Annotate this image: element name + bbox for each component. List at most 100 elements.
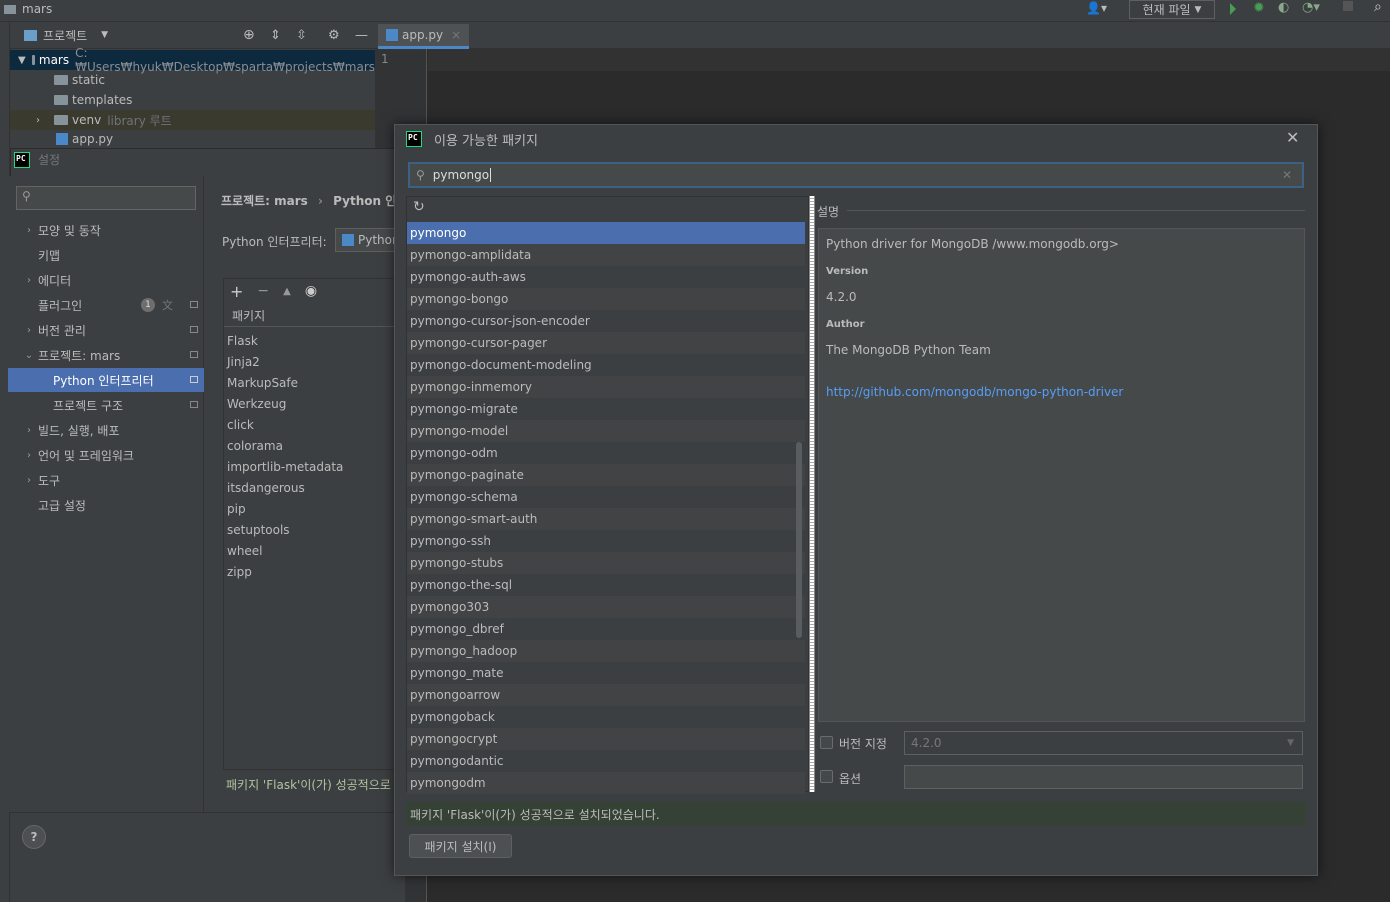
expand-all-icon[interactable]: ⇕ (270, 28, 281, 43)
list-item[interactable]: pymongo-cursor-json-encoder (407, 310, 805, 332)
package-search-input[interactable]: ⚲ pymongo ✕ (408, 162, 1304, 188)
search-icon[interactable]: ⌕ (1374, 0, 1382, 15)
chevron-right-icon[interactable]: › (36, 115, 48, 126)
plugin-update-badge: 1 (141, 298, 155, 312)
remove-icon[interactable]: − (257, 283, 269, 299)
collapse-all-icon[interactable]: ⇳ (296, 28, 307, 43)
nav-plugins[interactable]: 플러그인 1 文 (8, 293, 204, 317)
settings-search-input[interactable]: ⚲ (16, 186, 196, 210)
list-item[interactable]: pymongoarrow (407, 684, 805, 706)
list-item[interactable]: importlib-metadata (227, 456, 343, 477)
list-item[interactable]: click (227, 414, 254, 435)
tree-item-templates[interactable]: templates (10, 90, 375, 110)
close-icon[interactable]: × (451, 28, 461, 42)
help-button[interactable]: ? (22, 825, 46, 849)
splitter-handle[interactable] (809, 196, 815, 792)
locate-icon[interactable]: ⊕ (243, 27, 255, 43)
tree-item-static[interactable]: static (10, 70, 375, 90)
interpreter-select[interactable]: Python (335, 228, 395, 252)
gear-icon[interactable]: ⚙ (328, 28, 340, 43)
chevron-down-icon[interactable]: ▼ (101, 30, 108, 40)
list-item[interactable]: pymongo-document-modeling (407, 354, 805, 376)
list-item[interactable]: pymongo-paginate (407, 464, 805, 486)
list-item[interactable]: pymongoback (407, 706, 805, 728)
list-item[interactable]: pymongo_hadoop (407, 640, 805, 662)
list-item[interactable]: pymongo-the-sql (407, 574, 805, 596)
nav-python-interpreter[interactable]: Python 인터프리터 (8, 368, 204, 392)
list-item[interactable]: pymongo-odm (407, 442, 805, 464)
nav-project-structure[interactable]: 프로젝트 구조 (8, 393, 204, 417)
list-item[interactable]: pymongo (407, 222, 805, 244)
list-item[interactable]: pymongo-ssh (407, 530, 805, 552)
tree-item-mars[interactable]: ▼ mars C:₩Users₩hyuk₩Desktop₩sparta₩proj… (10, 46, 375, 74)
list-item[interactable]: pymongo-auth-aws (407, 266, 805, 288)
list-item[interactable]: zipp (227, 561, 252, 582)
tab-app-py[interactable]: app.py × (378, 24, 470, 49)
list-item[interactable]: colorama (227, 435, 283, 456)
version-value: 4.2.0 (826, 290, 857, 304)
nav-build-run-deploy[interactable]: › 빌드, 실행, 배포 (8, 418, 204, 442)
list-item[interactable]: pymongo303 (407, 596, 805, 618)
refresh-icon[interactable]: ↻ (413, 199, 425, 215)
project-link[interactable]: http://github.com/mongodb/mongo-python-d… (826, 385, 1123, 399)
nav-version-control[interactable]: › 버전 관리 (8, 318, 204, 342)
list-item[interactable]: pymongo-bongo (407, 288, 805, 310)
list-item[interactable]: pymongo-cursor-pager (407, 332, 805, 354)
project-view-label[interactable]: 프로젝트 (43, 27, 87, 44)
list-item[interactable]: itsdangerous (227, 477, 305, 498)
profile-icon[interactable]: ◔▾ (1302, 0, 1320, 15)
list-item[interactable]: pymongo-stubs (407, 552, 805, 574)
python-file-icon (56, 133, 68, 145)
nav-advanced-settings[interactable]: 고급 설정 (8, 493, 204, 517)
user-icon[interactable]: 👤▾ (1086, 1, 1107, 15)
list-item[interactable]: setuptools (227, 519, 290, 540)
nav-appearance[interactable]: › 모양 및 동작 (8, 218, 204, 242)
list-item[interactable]: pymongo-amplidata (407, 244, 805, 266)
list-item[interactable]: pymongo-schema (407, 486, 805, 508)
version-select[interactable]: 4.2.0 ▼ (904, 731, 1303, 755)
list-item[interactable]: pymongo-migrate (407, 398, 805, 420)
specify-version-checkbox[interactable] (820, 736, 833, 749)
chevron-down-icon[interactable]: ▼ (18, 55, 26, 66)
list-item[interactable]: pymongo-model (407, 420, 805, 442)
nav-tools[interactable]: › 도구 (8, 468, 204, 492)
upgrade-icon[interactable]: ▲ (283, 286, 291, 297)
breadcrumb: 프로젝트: mars › Python 인터 (221, 194, 408, 208)
package-column-header[interactable]: 패키지 (224, 305, 395, 327)
nav-project-mars[interactable]: ⌄ 프로젝트: mars (8, 343, 204, 367)
eye-icon[interactable]: ◉ (305, 283, 317, 299)
list-item[interactable]: MarkupSafe (227, 372, 298, 393)
list-item[interactable]: pymongodm (407, 772, 805, 794)
list-item[interactable]: pymongo_mate (407, 662, 805, 684)
close-button[interactable]: ✕ (1286, 128, 1299, 147)
options-checkbox[interactable] (820, 770, 833, 783)
coverage-icon[interactable]: ◐ (1278, 0, 1289, 15)
tree-item-app-py[interactable]: app.py (10, 130, 375, 148)
description-separator (847, 210, 1305, 211)
list-item[interactable]: pymongo-smart-auth (407, 508, 805, 530)
list-item[interactable]: pip (227, 498, 246, 519)
list-item[interactable]: pymongodantic (407, 750, 805, 772)
list-item[interactable]: Werkzeug (227, 393, 286, 414)
list-item[interactable]: Flask (227, 330, 258, 351)
list-item[interactable]: pymongo-inmemory (407, 376, 805, 398)
run-icon[interactable] (1230, 3, 1236, 15)
minimize-icon[interactable]: — (355, 28, 368, 43)
nav-editor[interactable]: › 에디터 (8, 268, 204, 292)
install-package-button[interactable]: 패키지 설치(I) (409, 834, 512, 858)
stop-icon[interactable] (1343, 1, 1353, 11)
project-panel-header: 프로젝트 ▼ ⊕ ⇕ ⇳ ⚙ — (10, 22, 375, 49)
tree-item-venv[interactable]: › venv library 루트 (10, 110, 375, 130)
options-input[interactable] (904, 765, 1303, 789)
list-item[interactable]: pymongocrypt (407, 728, 805, 750)
run-config-dropdown[interactable]: 현재 파일 ▼ (1129, 0, 1215, 19)
clear-icon[interactable]: ✕ (1282, 168, 1292, 182)
add-icon[interactable]: + (230, 282, 243, 301)
list-item[interactable]: wheel (227, 540, 263, 561)
scrollbar[interactable] (796, 442, 802, 638)
list-item[interactable]: Jinja2 (227, 351, 260, 372)
nav-languages-frameworks[interactable]: › 언어 및 프레임워크 (8, 443, 204, 467)
nav-keymap[interactable]: 키맵 (8, 243, 204, 267)
debug-icon[interactable]: ✹ (1253, 0, 1265, 16)
list-item[interactable]: pymongo_dbref (407, 618, 805, 640)
